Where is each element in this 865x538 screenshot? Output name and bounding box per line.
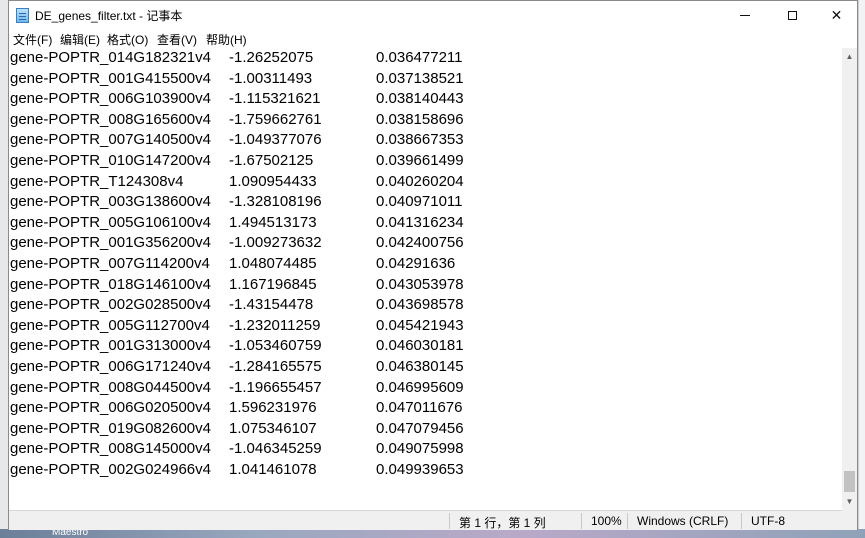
p-value: 0.047011676 (376, 399, 463, 417)
gene-id: gene-POPTR_008G145000v4 (10, 440, 211, 458)
status-divider (581, 513, 582, 529)
log-fold-change: 1.596231976 (229, 399, 317, 417)
resize-grip[interactable] (842, 510, 857, 530)
close-icon: ✕ (830, 7, 843, 24)
line-ending: Windows (CRLF) (637, 514, 729, 528)
encoding: UTF-8 (751, 514, 785, 528)
log-fold-change: -1.009273632 (229, 234, 322, 252)
minimize-icon (739, 15, 750, 16)
scroll-down-icon[interactable]: ▼ (842, 493, 857, 510)
menu-file[interactable]: 文件(F) (13, 31, 52, 48)
gene-id: gene-POPTR_019G082600v4 (10, 419, 211, 437)
right-background-window-edge (858, 0, 865, 538)
menu-help[interactable]: 帮助(H) (206, 31, 247, 48)
title-bar[interactable]: DE_genes_filter.txt - 记事本 ✕ (9, 1, 857, 30)
p-value: 0.042400756 (376, 234, 464, 252)
p-value: 0.049939653 (376, 461, 464, 478)
gene-id: gene-POPTR_006G020500v4 (10, 399, 211, 417)
gene-id: gene-POPTR_018G146100v4 (10, 275, 211, 293)
scroll-thumb[interactable] (844, 471, 855, 492)
p-value: 0.038667353 (376, 131, 464, 149)
log-fold-change: -1.046345259 (229, 440, 322, 458)
p-value: 0.040971011 (376, 193, 463, 211)
zoom-level: 100% (591, 514, 622, 528)
p-value: 0.04291636 (376, 255, 456, 272)
log-fold-change: 1.048074485 (229, 255, 317, 272)
gene-id: gene-POPTR_001G415500v4 (10, 69, 211, 87)
log-fold-change: -1.053460759 (229, 337, 322, 355)
p-value: 0.046380145 (376, 358, 464, 375)
gene-id: gene-POPTR_007G114200v4 (10, 255, 210, 272)
menu-view[interactable]: 查看(V) (157, 31, 197, 48)
log-fold-change: -1.284165575 (229, 358, 322, 375)
gene-id: gene-POPTR_006G103900v4 (10, 90, 211, 108)
log-fold-change: -1.67502125 (229, 152, 314, 169)
status-divider (627, 513, 628, 529)
p-value: 0.038158696 (376, 110, 464, 128)
p-value: 0.036477211 (376, 49, 463, 66)
maximize-icon (788, 11, 797, 20)
gene-id: gene-POPTR_002G024966v4 (10, 461, 211, 478)
gene-id: gene-POPTR_007G140500v4 (10, 131, 211, 149)
log-fold-change: 1.041461078 (229, 461, 317, 478)
log-fold-change: -1.232011259 (229, 316, 321, 334)
minimize-button[interactable] (722, 1, 767, 30)
status-divider (741, 513, 742, 529)
gene-id: gene-POPTR_006G171240v4 (10, 358, 211, 375)
log-fold-change: -1.759662761 (229, 110, 322, 128)
p-value: 0.049075998 (376, 440, 464, 458)
close-button[interactable]: ✕ (814, 1, 859, 30)
log-fold-change: -1.328108196 (229, 193, 322, 211)
p-value: 0.039661499 (376, 152, 464, 169)
p-value: 0.041316234 (376, 213, 464, 231)
log-fold-change: -1.00311493 (229, 69, 313, 87)
notepad-window: DE_genes_filter.txt - 记事本 ✕ 文件(F) 编辑(E) … (8, 0, 858, 530)
taskbar-label: Maestro (52, 529, 89, 538)
log-fold-change: -1.115321621 (229, 90, 321, 108)
log-fold-change: -1.26252075 (229, 49, 314, 66)
background-taskbar: Maestro (0, 529, 865, 538)
gene-id: gene-POPTR_010G147200v4 (10, 152, 211, 169)
p-value: 0.037138521 (376, 69, 464, 87)
status-bar: 第 1 行，第 1 列 100% Windows (CRLF) UTF-8 (9, 510, 857, 530)
log-fold-change: 1.075346107 (229, 419, 317, 437)
log-fold-change: 1.167196845 (229, 275, 317, 293)
log-fold-change: 1.494513173 (229, 213, 317, 231)
menu-bar: 文件(F) 编辑(E) 格式(O) 查看(V) 帮助(H) (9, 30, 857, 48)
gene-id: gene-POPTR_008G165600v4 (10, 110, 211, 128)
gene-id: gene-POPTR_002G028500v4 (10, 296, 211, 314)
p-value: 0.046995609 (376, 378, 464, 396)
p-value: 0.038140443 (376, 90, 464, 108)
gene-id: gene-POPTR_005G106100v4 (10, 213, 211, 231)
scroll-up-icon[interactable]: ▲ (842, 48, 857, 65)
cursor-position: 第 1 行，第 1 列 (459, 516, 546, 530)
text-editor-area[interactable]: gene-POPTR_014G182321v4 -1.26252075 0.0364… (9, 48, 842, 510)
p-value: 0.047079456 (376, 419, 464, 437)
maximize-button[interactable] (770, 1, 815, 30)
notepad-icon (16, 8, 29, 23)
gene-id: gene-POPTR_005G112700v4 (10, 316, 210, 334)
log-fold-change: 1.090954433 (229, 172, 317, 190)
p-value: 0.040260204 (376, 172, 464, 190)
p-value: 0.045421943 (376, 316, 464, 334)
gene-id: gene-POPTR_014G182321v4 (10, 49, 211, 66)
status-divider (449, 513, 450, 529)
gene-id: gene-POPTR_T124308v4 (10, 172, 184, 190)
p-value: 0.043053978 (376, 275, 464, 293)
log-fold-change: -1.43154478 (229, 296, 314, 314)
gene-id: gene-POPTR_008G044500v4 (10, 378, 211, 396)
p-value: 0.043698578 (376, 296, 464, 314)
p-value: 0.046030181 (376, 337, 464, 355)
menu-edit[interactable]: 编辑(E) (60, 31, 100, 48)
vertical-scrollbar[interactable]: ▲ ▼ (842, 48, 857, 510)
gene-id: gene-POPTR_001G356200v4 (10, 234, 211, 252)
gene-id: gene-POPTR_001G313000v4 (10, 337, 211, 355)
menu-format[interactable]: 格式(O) (107, 31, 148, 48)
window-title: DE_genes_filter.txt - 记事本 (35, 9, 183, 23)
log-fold-change: -1.196655457 (229, 378, 322, 396)
gene-id: gene-POPTR_003G138600v4 (10, 193, 211, 211)
log-fold-change: -1.049377076 (229, 131, 322, 149)
